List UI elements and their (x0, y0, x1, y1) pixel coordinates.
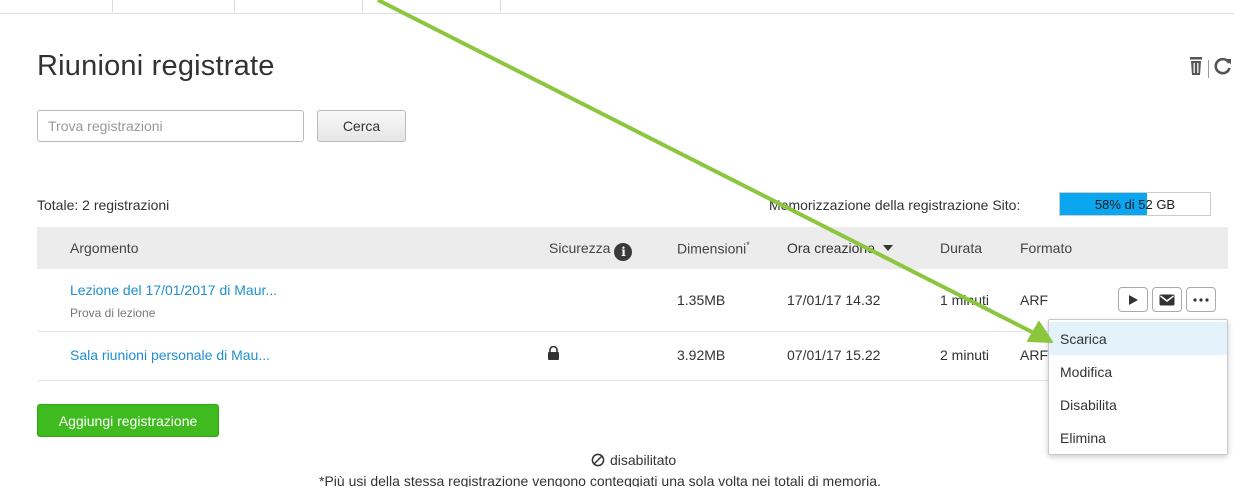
total-recordings-label: Totale: 2 registrazioni (37, 197, 170, 213)
column-header-created[interactable]: Ora creazione (787, 240, 893, 256)
disabled-legend-text: disabilitato (610, 452, 677, 468)
lock-icon (547, 345, 560, 363)
row-action-buttons (1118, 287, 1216, 312)
menu-item-disable[interactable]: Disabilita (1049, 388, 1227, 421)
recording-duration: 1 minuti (940, 292, 990, 308)
column-header-security-label: Sicurezza (549, 240, 611, 256)
storage-progress-bar: 58% di 52 GB (1059, 192, 1211, 216)
disabled-icon (591, 453, 605, 467)
add-recording-button[interactable]: Aggiungi registrazione (37, 404, 219, 437)
play-button[interactable] (1118, 287, 1148, 312)
column-header-duration[interactable]: Durata (940, 240, 982, 256)
column-header-format[interactable]: Formato (1020, 240, 1072, 256)
sort-descending-icon (882, 245, 893, 251)
recording-created: 17/01/17 14.32 (787, 292, 881, 308)
footnote-marker: * (746, 240, 750, 250)
search-input[interactable] (37, 110, 304, 142)
mail-icon (1159, 294, 1175, 305)
menu-item-download[interactable]: Scarica (1049, 322, 1227, 355)
menu-item-edit[interactable]: Modifica (1049, 355, 1227, 388)
recording-size: 1.35MB (677, 292, 726, 308)
more-icon (1193, 297, 1209, 302)
trash-icon[interactable] (1188, 56, 1204, 81)
menu-item-delete[interactable]: Elimina (1049, 421, 1227, 454)
nav-divider (112, 0, 113, 12)
storage-footnote: *Più usi della stessa registrazione veng… (319, 473, 881, 487)
column-header-created-label: Ora creazione (787, 240, 875, 256)
recording-size: 3.92MB (677, 347, 726, 363)
refresh-icon[interactable] (1213, 56, 1233, 81)
nav-divider (234, 0, 235, 12)
recording-format: ARF (1020, 292, 1048, 308)
column-header-security[interactable]: Sicurezza i (549, 240, 633, 261)
page-title: Riunioni registrate (37, 50, 275, 82)
table-header: Argomento Sicurezza i Dimensioni* Ora cre… (37, 227, 1228, 269)
column-header-size-label: Dimensioni (677, 240, 747, 257)
more-actions-button[interactable] (1186, 287, 1216, 312)
recording-format: ARF (1020, 347, 1048, 363)
play-icon (1129, 294, 1138, 305)
column-header-topic[interactable]: Argomento (70, 240, 138, 256)
nav-divider (500, 0, 501, 12)
recording-subtitle: Prova di lezione (70, 306, 156, 320)
column-header-size[interactable]: Dimensioni* (677, 240, 750, 257)
nav-divider (362, 0, 363, 12)
search-button[interactable]: Cerca (317, 110, 406, 142)
email-button[interactable] (1152, 287, 1182, 312)
recording-created: 07/01/17 15.22 (787, 347, 881, 363)
more-actions-menu: Scarica Modifica Disabilita Elimina (1048, 319, 1228, 455)
disabled-legend: disabilitato (591, 452, 676, 468)
recording-title-link[interactable]: Lezione del 17/01/2017 di Maur... (70, 282, 277, 298)
top-right-toolbar (1188, 56, 1233, 81)
toolbar-divider (1208, 59, 1209, 78)
recording-duration: 2 minuti (940, 347, 990, 363)
storage-label: Memorizzazione della registrazione Sito: (769, 197, 1021, 213)
info-icon[interactable]: i (614, 243, 633, 261)
top-navigation (0, 0, 1234, 14)
storage-progress-text: 58% di 52 GB (1094, 196, 1176, 212)
recording-title-link[interactable]: Sala riunioni personale di Mau... (70, 347, 270, 363)
